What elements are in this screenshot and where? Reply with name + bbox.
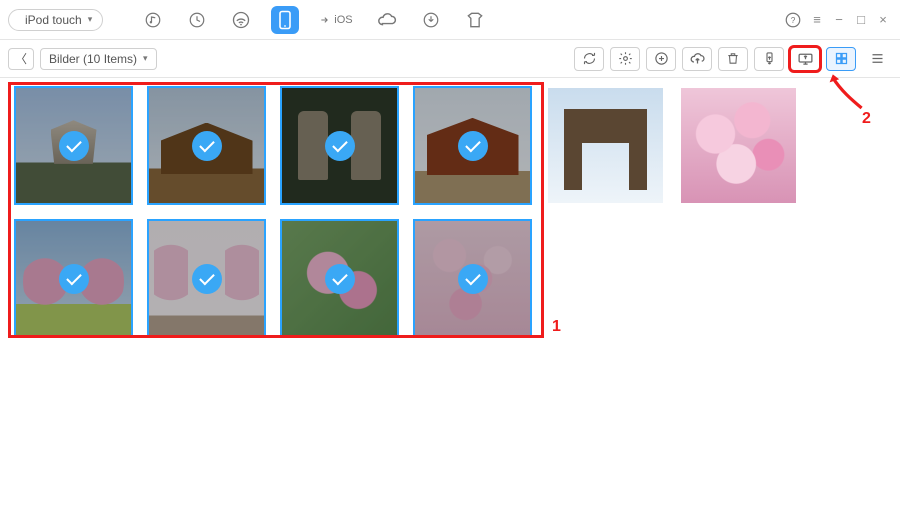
settings-button[interactable]	[610, 47, 640, 71]
wifi-icon[interactable]	[227, 6, 255, 34]
selected-check-icon	[458, 131, 488, 161]
annotation-step1-label: 1	[552, 318, 561, 336]
photo-orchard[interactable]	[16, 221, 131, 336]
list-view-button[interactable]	[862, 47, 892, 71]
top-toolbar: iPod touch ▾ iOS ?	[0, 0, 900, 40]
history-icon[interactable]	[183, 6, 211, 34]
photo-flower-field[interactable]	[415, 221, 530, 336]
download-icon[interactable]	[417, 6, 445, 34]
photo-stone-lanterns[interactable]	[282, 88, 397, 203]
annotation-step2-label: 2	[862, 110, 871, 128]
photo-grid	[16, 88, 884, 336]
maximize-button[interactable]: □	[852, 11, 870, 29]
send-to-device-button[interactable]	[754, 47, 784, 71]
selected-check-icon	[192, 131, 222, 161]
cloud-icon[interactable]	[373, 6, 401, 34]
photo-temple-red[interactable]	[415, 88, 530, 203]
add-button[interactable]	[646, 47, 676, 71]
device-icon[interactable]	[271, 6, 299, 34]
chevron-down-icon: ▾	[143, 53, 148, 64]
send-to-pc-button[interactable]	[790, 47, 820, 71]
ios-label: iOS	[334, 14, 352, 26]
content-area: 1 2	[0, 78, 900, 346]
menu-button[interactable]: ≡	[808, 11, 826, 29]
device-name: iPod touch	[25, 13, 82, 27]
delete-button[interactable]	[718, 47, 748, 71]
photo-torii-gate[interactable]	[548, 88, 663, 203]
photo-flower-macro[interactable]	[282, 221, 397, 336]
category-icons: iOS	[139, 6, 488, 34]
window-controls: ? ≡ − □ ×	[782, 9, 892, 31]
device-dropdown[interactable]: iPod touch ▾	[8, 9, 103, 31]
annotation-arrow-icon	[828, 72, 868, 112]
svg-text:?: ?	[791, 16, 796, 25]
selected-check-icon	[325, 131, 355, 161]
back-button[interactable]: 〈	[8, 48, 34, 70]
chevron-down-icon: ▾	[88, 14, 93, 25]
photo-blossom-close[interactable]	[681, 88, 796, 203]
navigation-bar: 〈 Bilder (10 Items) ▾	[0, 40, 900, 78]
cloud-upload-button[interactable]	[682, 47, 712, 71]
folder-dropdown[interactable]: Bilder (10 Items) ▾	[40, 48, 157, 70]
action-buttons	[574, 47, 892, 71]
grid-view-button[interactable]	[826, 47, 856, 71]
selected-check-icon	[458, 264, 488, 294]
selected-check-icon	[325, 264, 355, 294]
music-icon[interactable]	[139, 6, 167, 34]
photo-temple-wide[interactable]	[149, 88, 264, 203]
selected-check-icon	[59, 131, 89, 161]
minimize-button[interactable]: −	[830, 11, 848, 29]
selected-check-icon	[59, 264, 89, 294]
to-ios-icon[interactable]: iOS	[315, 6, 356, 34]
skin-icon[interactable]	[461, 6, 489, 34]
help-icon[interactable]: ?	[782, 9, 804, 31]
close-button[interactable]: ×	[874, 11, 892, 29]
photo-blossom-path[interactable]	[149, 221, 264, 336]
photo-thumbnail	[548, 88, 663, 203]
photo-thumbnail	[681, 88, 796, 203]
folder-label: Bilder (10 Items)	[49, 52, 137, 66]
refresh-button[interactable]	[574, 47, 604, 71]
selected-check-icon	[192, 264, 222, 294]
photo-castle[interactable]	[16, 88, 131, 203]
